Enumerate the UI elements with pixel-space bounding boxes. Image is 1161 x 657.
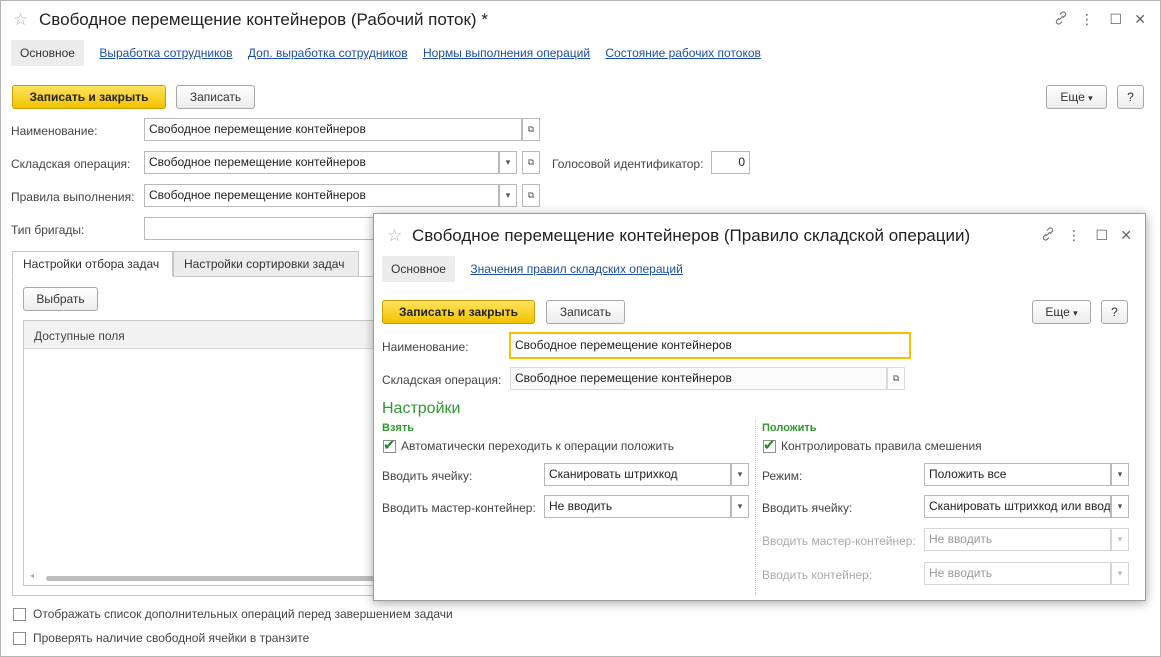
show-extra-ops-label: Отображать список дополнительных операци… xyxy=(33,607,453,621)
group-divider xyxy=(755,420,756,595)
check-transit-cell-checkbox[interactable] xyxy=(13,632,26,645)
list-header: Доступные поля xyxy=(24,321,407,349)
dialog-tab-rule-values[interactable]: Значения правил складских операций xyxy=(470,262,682,276)
dropdown-icon[interactable]: ▾ xyxy=(499,184,517,207)
link-icon[interactable] xyxy=(1054,11,1068,28)
dropdown-icon: ▾ xyxy=(1111,562,1129,585)
dialog-name-label: Наименование: xyxy=(382,340,469,354)
window-title: Свободное перемещение контейнеров (Рабоч… xyxy=(39,10,488,29)
main-tabs: Основное Выработка сотрудников Доп. выра… xyxy=(11,40,761,68)
brigade-type-field[interactable] xyxy=(144,217,404,240)
dialog-help-button[interactable]: ? xyxy=(1101,300,1128,324)
maximize-icon[interactable]: ☐ xyxy=(1109,11,1122,28)
chevron-down-icon: ▾ xyxy=(1088,93,1093,103)
take-cell-label: Вводить ячейку: xyxy=(382,469,473,483)
tab-filter-settings[interactable]: Настройки отбора задач xyxy=(12,251,173,277)
close-icon[interactable]: ✕ xyxy=(1134,11,1146,28)
favorite-star-icon[interactable]: ☆ xyxy=(387,226,402,246)
dialog-more-button[interactable]: Еще ▾ xyxy=(1032,300,1091,324)
operation-label: Складская операция: xyxy=(11,157,131,171)
mix-rules-label: Контролировать правила смешения xyxy=(781,439,982,453)
filter-settings-panel: Выбрать Доступные поля ◂ xyxy=(12,276,412,596)
horizontal-scrollbar[interactable] xyxy=(46,576,376,581)
mode-label: Режим: xyxy=(762,469,803,483)
dialog-title: Свободное перемещение контейнеров (Прави… xyxy=(412,226,971,245)
favorite-star-icon[interactable]: ☆ xyxy=(13,10,28,30)
scroll-left-icon[interactable]: ◂ xyxy=(30,571,34,580)
put-container-label: Вводить контейнер: xyxy=(762,568,873,582)
tab-employee-output[interactable]: Выработка сотрудников xyxy=(99,46,232,60)
rules-field[interactable]: Свободное перемещение контейнеров xyxy=(144,184,499,207)
open-icon[interactable]: ⧉ xyxy=(522,118,540,141)
voice-id-field[interactable]: 0 xyxy=(711,151,750,174)
auto-put-label: Автоматически переходить к операции поло… xyxy=(401,439,674,453)
put-group-title: Положить xyxy=(762,422,817,434)
more-button[interactable]: Еще ▾ xyxy=(1046,85,1107,109)
select-button[interactable]: Выбрать xyxy=(23,287,98,311)
more-menu-icon[interactable]: ⋮ xyxy=(1067,227,1081,244)
tab-main[interactable]: Основное xyxy=(11,40,84,66)
available-fields-list[interactable]: Доступные поля ◂ xyxy=(23,320,408,586)
dialog-name-field[interactable]: Свободное перемещение контейнеров xyxy=(509,332,911,359)
tab-extra-output[interactable]: Доп. выработка сотрудников xyxy=(248,46,408,60)
dialog-more-label: Еще xyxy=(1045,305,1070,319)
dropdown-icon[interactable]: ▾ xyxy=(1111,463,1129,486)
close-icon[interactable]: ✕ xyxy=(1120,227,1132,244)
settings-section-title: Настройки xyxy=(382,400,461,417)
chevron-down-icon: ▾ xyxy=(1073,308,1078,318)
rules-label: Правила выполнения: xyxy=(11,190,135,204)
help-button[interactable]: ? xyxy=(1117,85,1144,109)
tab-workflow-state[interactable]: Состояние рабочих потоков xyxy=(605,46,761,60)
put-master-select: Не вводить xyxy=(924,528,1111,551)
open-icon[interactable]: ⧉ xyxy=(522,184,540,207)
check-icon: ✔ xyxy=(763,437,776,454)
put-cell-select[interactable]: Сканировать штрихкод или вводить xyxy=(924,495,1111,518)
dropdown-icon: ▾ xyxy=(1111,528,1129,551)
check-transit-cell-label: Проверять наличие свободной ячейки в тра… xyxy=(33,631,310,645)
available-fields-header: Доступные поля xyxy=(34,329,125,343)
tab-sort-settings[interactable]: Настройки сортировки задач xyxy=(173,251,359,277)
dialog-save-button[interactable]: Записать xyxy=(546,300,625,324)
save-close-button[interactable]: Записать и закрыть xyxy=(12,85,166,109)
maximize-icon[interactable]: ☐ xyxy=(1095,227,1108,244)
put-cell-label: Вводить ячейку: xyxy=(762,501,853,515)
open-icon[interactable]: ⧉ xyxy=(887,367,905,390)
dialog-operation-field[interactable]: Свободное перемещение контейнеров xyxy=(510,367,887,390)
name-label: Наименование: xyxy=(11,124,98,138)
more-menu-icon[interactable]: ⋮ xyxy=(1080,11,1094,28)
take-master-select[interactable]: Не вводить xyxy=(544,495,731,518)
operation-field[interactable]: Свободное перемещение контейнеров xyxy=(144,151,499,174)
check-icon: ✔ xyxy=(383,437,396,454)
put-master-label: Вводить мастер-контейнер: xyxy=(762,534,916,548)
main-title-bar: ☆ Свободное перемещение контейнеров (Раб… xyxy=(9,7,1152,33)
take-cell-select[interactable]: Сканировать штрихкод xyxy=(544,463,731,486)
dropdown-icon[interactable]: ▾ xyxy=(731,495,749,518)
mode-select[interactable]: Положить все xyxy=(924,463,1111,486)
open-icon[interactable]: ⧉ xyxy=(522,151,540,174)
dialog-tabs: Основное Значения правил складских опера… xyxy=(382,256,683,282)
name-field[interactable]: Свободное перемещение контейнеров xyxy=(144,118,522,141)
dialog-tab-main[interactable]: Основное xyxy=(382,256,455,282)
dialog-operation-label: Складская операция: xyxy=(382,373,502,387)
show-extra-ops-checkbox[interactable] xyxy=(13,608,26,621)
dropdown-icon[interactable]: ▾ xyxy=(499,151,517,174)
link-icon[interactable] xyxy=(1041,227,1055,244)
dropdown-icon[interactable]: ▾ xyxy=(731,463,749,486)
rule-dialog: ☆ Свободное перемещение контейнеров (Пра… xyxy=(373,213,1146,601)
take-group-title: Взять xyxy=(382,422,414,434)
dropdown-icon[interactable]: ▾ xyxy=(1111,495,1129,518)
tab-operation-norms[interactable]: Нормы выполнения операций xyxy=(423,46,590,60)
more-button-label: Еще xyxy=(1060,90,1085,104)
dialog-save-close-button[interactable]: Записать и закрыть xyxy=(382,300,535,324)
save-button[interactable]: Записать xyxy=(176,85,255,109)
put-container-select: Не вводить xyxy=(924,562,1111,585)
brigade-type-label: Тип бригады: xyxy=(11,223,85,237)
take-master-label: Вводить мастер-контейнер: xyxy=(382,501,536,515)
voice-id-label: Голосовой идентификатор: xyxy=(552,157,704,171)
